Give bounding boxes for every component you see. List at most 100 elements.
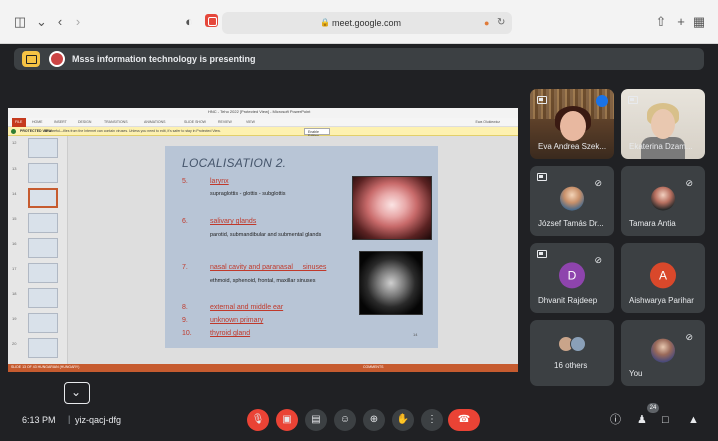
- pin-icon[interactable]: [537, 173, 547, 181]
- slide-thumbnail: [28, 238, 58, 258]
- ppt-ribbon: FILE HOME INSERT DESIGN TRANSITIONS ANIM…: [8, 118, 518, 127]
- item-heading: salivary glands: [210, 218, 257, 225]
- thumb-number: 18: [12, 291, 17, 296]
- slide-thumbnail: [28, 163, 58, 183]
- ribbon-tab-insert: INSERT: [54, 120, 67, 124]
- participant-tile[interactable]: Eva Andrea Szek...: [530, 89, 614, 159]
- avatar: [651, 338, 675, 363]
- item-number: 9.: [182, 317, 188, 324]
- avatar: A: [650, 262, 676, 289]
- emoji-icon[interactable]: ☺: [334, 409, 356, 431]
- ppt-status-bar: SLIDE 13 OF 43 HUNGARIAN (HUNGARY) COMME…: [8, 364, 518, 372]
- chat-icon[interactable]: □: [662, 412, 669, 428]
- participant-name: You: [629, 369, 643, 378]
- presentation-icon[interactable]: [22, 51, 40, 67]
- slide-thumbnail: [28, 138, 58, 158]
- others-tile[interactable]: 16 others: [530, 320, 614, 386]
- protected-view-message: Be careful—files from the Internet can c…: [44, 129, 221, 133]
- share-icon[interactable]: ⇧: [654, 14, 668, 30]
- screen-record-icon[interactable]: [205, 14, 218, 27]
- ribbon-tab-review: REVIEW: [218, 120, 232, 124]
- self-tile[interactable]: ⊘ You: [621, 320, 705, 386]
- item-number: 6.: [182, 218, 188, 225]
- item-number: 7.: [182, 264, 188, 271]
- ribbon-tab-file: FILE: [12, 118, 26, 127]
- slide-thumbnail: [28, 263, 58, 283]
- info-icon[interactable]: ⓘ: [610, 412, 621, 428]
- presenter-avatar: [49, 51, 65, 67]
- item-heading: external and middle ear: [210, 304, 284, 311]
- privacy-icon[interactable]: ◐: [183, 14, 195, 30]
- ribbon-tab-design: DESIGN: [78, 120, 92, 124]
- slide-thumbnail: [28, 213, 58, 233]
- slide-thumbnails: 12 13 14 15 16 17 18 19 20: [8, 136, 68, 364]
- url-text: meet.google.com: [332, 18, 402, 28]
- ribbon-tab-view: VIEW: [246, 120, 255, 124]
- microphone-icon[interactable]: ●: [484, 15, 489, 31]
- thumb-number: 15: [12, 216, 17, 221]
- sidebar-icon[interactable]: ◫: [12, 14, 28, 30]
- participant-tile[interactable]: ⊘ József Tamás Dr...: [530, 166, 614, 236]
- forward-icon[interactable]: ›: [72, 14, 84, 30]
- chevron-down-icon[interactable]: ⌄: [36, 14, 47, 30]
- thumb-number: 16: [12, 241, 17, 246]
- activities-icon[interactable]: ▲: [688, 412, 699, 428]
- item-heading: unknown primary: [210, 317, 264, 324]
- browser-toolbar: ◫ ⌄ ‹ › ◐ 🔒 meet.google.com ● ↻ ⇧ + ▦: [0, 0, 718, 44]
- slide-page-number: 14: [413, 332, 418, 337]
- ppt-comments-label: COMMENTS: [363, 365, 384, 369]
- raise-hand-icon[interactable]: ✋: [392, 409, 414, 431]
- address-bar[interactable]: 🔒 meet.google.com ● ↻: [222, 12, 512, 34]
- pin-icon[interactable]: [628, 96, 638, 104]
- ppt-status-text: SLIDE 13 OF 43 HUNGARIAN (HUNGARY): [11, 365, 80, 369]
- thumb-number: 20: [12, 341, 17, 346]
- new-tab-icon[interactable]: +: [674, 14, 688, 30]
- item-number: 8.: [182, 304, 188, 311]
- camera-off-icon[interactable]: ▣: [276, 409, 298, 431]
- participant-face: [651, 109, 675, 139]
- item-heading: thyroid gland: [210, 330, 251, 337]
- item-number: 5.: [182, 178, 188, 185]
- protected-view-bar: PROTECTED VIEW Be careful—files from the…: [8, 127, 518, 138]
- pin-icon[interactable]: [537, 250, 547, 258]
- people-icon[interactable]: ♟: [637, 412, 647, 428]
- avatar: [651, 186, 675, 211]
- presenting-banner: Msss information technology is presentin…: [14, 48, 704, 70]
- thumb-number: 13: [12, 166, 17, 171]
- thumb-number: 14: [12, 191, 17, 196]
- tab-overview-icon[interactable]: ▦: [692, 14, 706, 30]
- ppt-title-bar: HNC - Teho 2022 [Protected View] - Micro…: [8, 108, 518, 118]
- end-call-button[interactable]: ☎: [448, 409, 480, 431]
- presenting-label: Msss information technology is presentin…: [72, 54, 256, 64]
- avatar: [570, 336, 586, 352]
- slide-thumbnail: [28, 313, 58, 333]
- mic-off-icon: ⊘: [685, 332, 693, 342]
- reload-icon[interactable]: ↻: [497, 15, 505, 31]
- participant-tile[interactable]: ⊘ D Dhvanit Rajdeep: [530, 243, 614, 313]
- participant-tile[interactable]: Ekaterina Dzam...: [621, 89, 705, 159]
- pin-icon[interactable]: [537, 96, 547, 104]
- slide-thumbnail: [28, 288, 58, 308]
- mic-off-icon: ⊘: [685, 178, 693, 188]
- collapse-button[interactable]: ⌄: [64, 382, 90, 404]
- ct-scan-image: [359, 251, 423, 315]
- captions-icon[interactable]: ▤: [305, 409, 327, 431]
- mic-off-icon[interactable]: 🎙: [247, 409, 269, 431]
- item-detail: ethmoid, sphenoid, frontal, maxillar sin…: [210, 278, 316, 284]
- item-detail: supraglottis - glottis - subglottis: [210, 191, 286, 197]
- present-icon[interactable]: ⊕: [363, 409, 385, 431]
- thumb-number: 19: [12, 316, 17, 321]
- participant-tile[interactable]: ⊘ Tamara Antia: [621, 166, 705, 236]
- others-avatars: [558, 336, 588, 354]
- participant-name: József Tamás Dr...: [538, 219, 604, 228]
- slide-thumbnail: [28, 338, 58, 358]
- more-options-icon[interactable]: ⋮: [421, 409, 443, 431]
- participant-name: Tamara Antia: [629, 219, 676, 228]
- item-detail: parotid, submandibular and submental gla…: [210, 232, 322, 238]
- slide-thumbnail-selected: [28, 188, 58, 208]
- back-icon[interactable]: ‹: [54, 14, 66, 30]
- others-count: 16 others: [554, 361, 588, 370]
- chevron-down-icon: ⌄: [71, 385, 82, 399]
- participant-name: Ekaterina Dzam...: [629, 142, 693, 151]
- participant-tile[interactable]: A Aishwarya Parihar: [621, 243, 705, 313]
